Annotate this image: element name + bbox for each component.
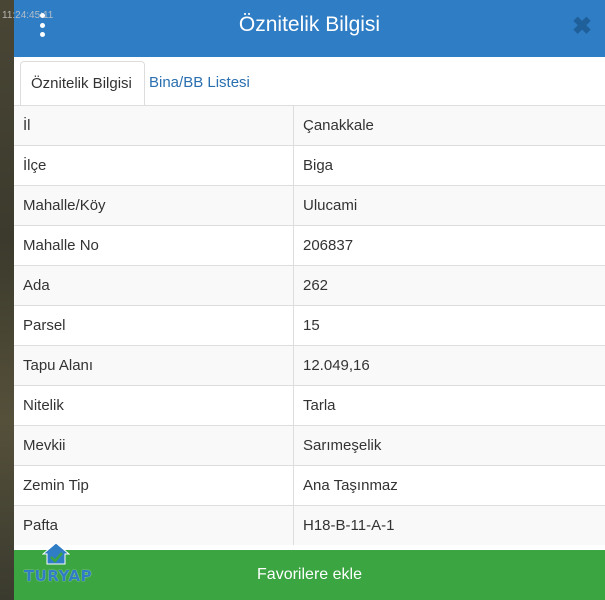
- table-row: Zemin Tip Ana Taşınmaz: [14, 465, 605, 505]
- attribute-value: 15: [293, 306, 605, 345]
- attribute-key: Zemin Tip: [23, 477, 89, 494]
- close-icon[interactable]: ✖: [571, 14, 593, 40]
- attribute-key: Parsel: [23, 317, 66, 334]
- attribute-value: Tarla: [293, 386, 605, 425]
- turyap-logo: TURYAP: [18, 542, 98, 590]
- table-row: Pafta H18-B-11-A-1: [14, 505, 605, 545]
- dialog-title: Öznitelik Bilgisi: [238, 13, 381, 36]
- turyap-house-logo-icon: [42, 542, 70, 565]
- logo-text: TURYAP: [23, 567, 93, 585]
- background-overlay-text: 11:24:45:11: [2, 10, 54, 21]
- dialog-header: Öznitelik Bilgisi ✖: [14, 0, 605, 57]
- attribute-key: Mevkii: [23, 437, 66, 454]
- attribute-key: Ada: [23, 277, 50, 294]
- attribute-value: Çanakkale: [293, 106, 605, 145]
- attribute-key: Pafta: [23, 517, 59, 534]
- table-row: Tapu Alanı 12.049,16: [14, 345, 605, 385]
- table-row: Nitelik Tarla: [14, 385, 605, 425]
- attribute-value: Ana Taşınmaz: [293, 466, 605, 505]
- attribute-value: Ulucami: [293, 186, 605, 225]
- table-row: İl Çanakkale: [14, 105, 605, 145]
- attribute-key: Mahalle No: [23, 237, 99, 254]
- tab-building-list[interactable]: Bina/BB Listesi: [139, 61, 260, 105]
- attribute-value: Biga: [293, 146, 605, 185]
- attribute-value: H18-B-11-A-1: [293, 506, 605, 545]
- attribute-value: 262: [293, 266, 605, 305]
- attribute-table: İl Çanakkale İlçe Biga Mahalle/Köy Uluca…: [14, 105, 605, 550]
- attribute-key: Nitelik: [23, 397, 64, 414]
- table-row: Parsel 15: [14, 305, 605, 345]
- table-row: İlçe Biga: [14, 145, 605, 185]
- attribute-key: Tapu Alanı: [23, 357, 94, 374]
- table-row: Mevkii Sarımeşelik: [14, 425, 605, 465]
- tab-bar: Öznitelik Bilgisi Bina/BB Listesi: [14, 57, 605, 107]
- attribute-value: 12.049,16: [293, 346, 605, 385]
- add-to-favorites-button[interactable]: Favorilere ekle: [14, 550, 605, 600]
- attribute-value: Sarımeşelik: [293, 426, 605, 465]
- table-row: Mahalle/Köy Ulucami: [14, 185, 605, 225]
- table-row: Ada 262: [14, 265, 605, 305]
- attribute-value: 206837: [293, 226, 605, 265]
- tab-attribute-info[interactable]: Öznitelik Bilgisi: [20, 61, 145, 107]
- attribute-key: İlçe: [23, 157, 47, 174]
- attribute-panel: Öznitelik Bilgisi Bina/BB Listesi İl Çan…: [14, 57, 605, 550]
- attribute-key: Mahalle/Köy: [23, 197, 106, 214]
- attribute-key: İl: [23, 117, 31, 134]
- table-row: Mahalle No 206837: [14, 225, 605, 265]
- map-background-strip: [0, 0, 14, 600]
